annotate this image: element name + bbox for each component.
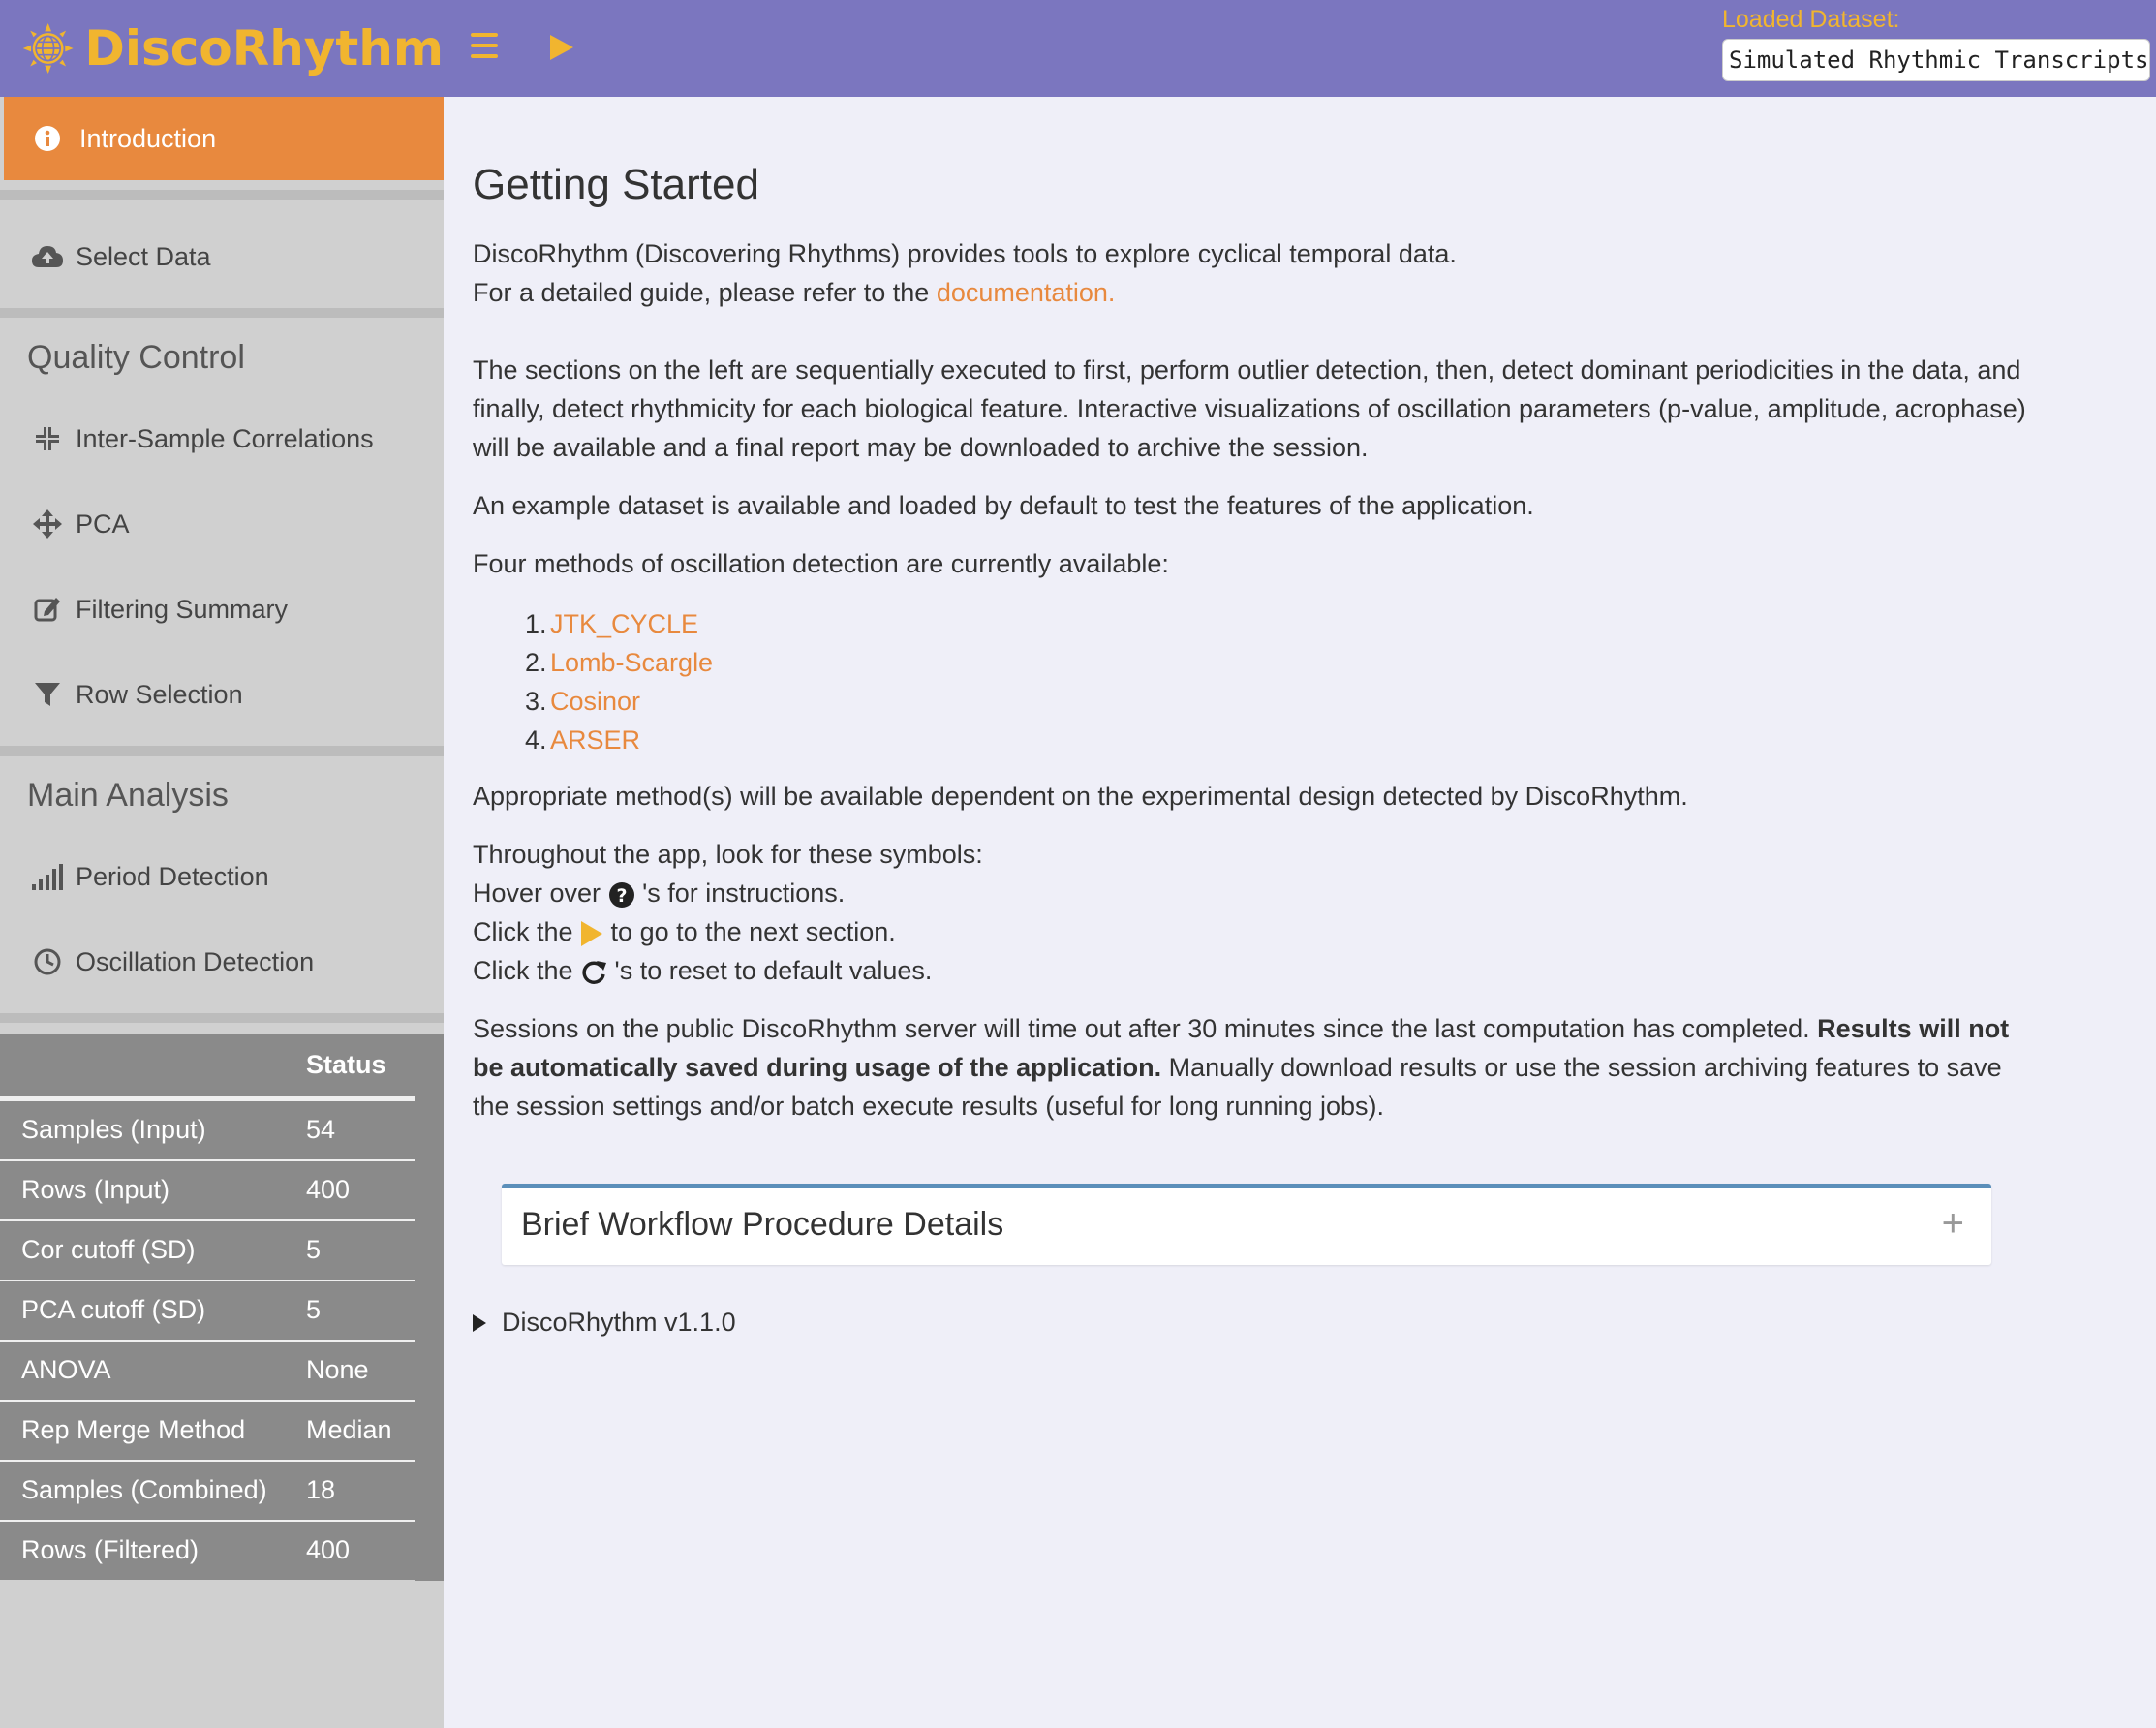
divider [0,1013,444,1023]
sections-paragraph: The sections on the left are sequentiall… [473,355,2026,462]
status-table: Status Samples (Input) 54 Rows (Input) 400… [0,1034,444,1581]
status-row: Rows (Input) 400 [0,1159,415,1219]
nav-introduction[interactable]: Introduction [4,97,444,180]
nav-row-selection-label: Row Selection [76,679,243,709]
play-icon [581,920,603,946]
symbols-intro: Throughout the app, look for these symbo… [473,840,983,869]
sun-globe-icon [22,23,74,74]
status-row: Samples (Combined) 18 [0,1460,415,1520]
session-paragraph: Sessions on the public DiscoRhythm serve… [473,1014,2010,1121]
status-row: ANOVA None [0,1340,415,1400]
method-link-jtk-cycle[interactable]: JTK_CYCLE [550,604,698,643]
version-label: DiscoRhythm v1.1.0 [502,1308,736,1337]
nav-filtering-summary-label: Filtering Summary [76,594,289,624]
page-title: Getting Started [473,161,759,208]
method-link-arser[interactable]: ARSER [550,721,640,759]
reset-instruction: Click the 's to reset to default values. [473,956,933,985]
app-name: DiscoRhythm [84,20,444,77]
cloud-upload-icon [31,240,64,273]
intro-line-2: For a detailed guide, please refer to th… [473,278,1116,307]
refresh-icon [582,960,607,984]
status-row: Cor cutoff (SD) 5 [0,1219,415,1280]
workflow-card-title: Brief Workflow Procedure Details [521,1206,1004,1243]
example-paragraph: An example dataset is available and load… [473,491,1534,520]
method-link-cosinor[interactable]: Cosinor [550,682,640,721]
nav-select-data[interactable]: Select Data [0,223,444,291]
version-details-toggle[interactable]: DiscoRhythm v1.1.0 [473,1308,736,1338]
main-analysis-heading: Main Analysis [27,777,229,814]
info-icon [35,126,60,151]
status-row: Samples (Input) 54 [0,1099,415,1159]
loaded-dataset-value: Simulated Rhythmic Transcripts [1722,39,2150,81]
sidebar: Introduction Select Data Quality Control… [0,97,444,1728]
nav-select-data-label: Select Data [76,241,211,271]
divider [0,308,444,318]
divider [0,190,444,200]
edit-square-icon [31,593,64,626]
status-table-edge [415,1034,444,1581]
list-item: 2. Lomb-Scargle [525,643,713,682]
nav-oscillation-detection[interactable]: Oscillation Detection [0,928,444,996]
method-link-lomb-scargle[interactable]: Lomb-Scargle [550,643,713,682]
nav-pca[interactable]: PCA [0,490,444,558]
next-section-play-icon[interactable] [548,33,575,62]
nav-oscillation-detection-label: Oscillation Detection [76,946,315,976]
next-instruction: Click the to go to the next section. [473,917,896,946]
methods-list: 1. JTK_CYCLE 2. Lomb-Scargle 3. Cosinor 4. A… [525,604,713,759]
methods-intro: Four methods of oscillation detection ar… [473,549,1169,578]
divider [0,746,444,756]
list-item: 4. ARSER [525,721,713,759]
menu-toggle-icon[interactable] [471,33,498,58]
nav-period-detection-label: Period Detection [76,861,269,891]
app-logo[interactable]: DiscoRhythm [0,0,444,97]
loaded-dataset-label: Loaded Dataset: [1722,6,1900,33]
expand-plus-icon[interactable]: + [1942,1202,1964,1246]
intro-line-1: DiscoRhythm (Discovering Rhythms) provid… [473,239,1457,268]
nav-inter-sample-correlations-label: Inter-Sample Correlations [76,423,374,453]
disclosure-triangle-icon [473,1313,486,1332]
nav-row-selection[interactable]: Row Selection [0,661,444,728]
status-row: PCA cutoff (SD) 5 [0,1280,415,1340]
nav-period-detection[interactable]: Period Detection [0,843,444,910]
documentation-link[interactable]: documentation. [937,278,1116,307]
arrows-move-icon [31,508,64,540]
list-item: 3. Cosinor [525,682,713,721]
nav-pca-label: PCA [76,509,130,539]
clock-icon [31,945,64,978]
top-header: DiscoRhythm Loaded Dataset: Simulated Rh… [0,0,2156,97]
status-row: Rows (Filtered) 400 [0,1520,415,1580]
nav-introduction-label: Introduction [79,123,217,153]
list-item: 1. JTK_CYCLE [525,604,713,643]
status-table-header: Status [0,1034,415,1099]
nav-filtering-summary[interactable]: Filtering Summary [0,575,444,643]
status-column-header: Status [306,1050,386,1079]
filter-funnel-icon [31,678,64,711]
nav-inter-sample-correlations[interactable]: Inter-Sample Correlations [0,405,444,473]
signal-bars-icon [31,860,64,893]
workflow-details-card[interactable]: Brief Workflow Procedure Details + [502,1184,1991,1265]
hover-instruction: Hover over ? 's for instructions. [473,879,846,908]
question-circle-icon: ? [608,881,634,908]
status-row: Rep Merge Method Median [0,1400,415,1460]
svg-text:?: ? [616,885,627,907]
quality-control-heading: Quality Control [27,339,245,376]
appropriate-paragraph: Appropriate method(s) will be available … [473,782,1688,811]
compress-icon [31,422,64,455]
